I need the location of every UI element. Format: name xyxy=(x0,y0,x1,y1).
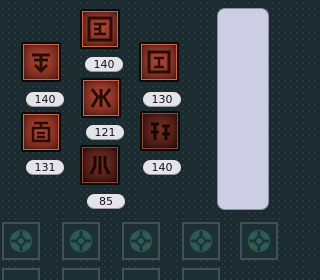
inventory-slot-7[interactable] xyxy=(62,268,100,280)
inventory-slot-3[interactable] xyxy=(122,222,160,260)
talent-icon-center-upper[interactable] xyxy=(81,78,121,118)
talent-value-left-lower: 131 xyxy=(26,160,64,175)
seal-glyph-icon xyxy=(31,121,51,143)
talent-icon-top[interactable] xyxy=(80,9,120,49)
talent-icon-right-upper[interactable] xyxy=(139,42,179,82)
seal-glyph-icon xyxy=(151,122,170,140)
jade-disc-icon xyxy=(128,228,154,254)
talent-icon-left-lower[interactable] xyxy=(21,112,61,152)
talent-value-bottom: 85 xyxy=(87,194,125,209)
jade-disc-icon xyxy=(68,228,94,254)
talent-icon-bottom[interactable] xyxy=(80,145,120,185)
jade-disc-icon xyxy=(246,228,272,254)
jade-disc-icon xyxy=(188,228,214,254)
inventory-slot-6[interactable] xyxy=(2,268,40,280)
seal-glyph-icon xyxy=(90,88,112,108)
inventory-slot-5[interactable] xyxy=(240,222,278,260)
seal-glyph-icon xyxy=(87,16,113,42)
talent-icon-left-upper[interactable] xyxy=(21,42,61,82)
inventory-slot-4[interactable] xyxy=(182,222,220,260)
jade-disc-icon xyxy=(8,228,34,254)
talent-value-center-upper: 121 xyxy=(86,125,124,140)
inventory-slot-9[interactable] xyxy=(182,268,220,280)
talent-icon-right-lower[interactable] xyxy=(140,111,180,151)
seal-glyph-icon xyxy=(89,156,111,175)
talent-value-top: 140 xyxy=(85,57,123,72)
talent-value-right-lower: 140 xyxy=(143,160,181,175)
talent-value-right-upper: 130 xyxy=(143,92,181,107)
talent-value-left-upper: 140 xyxy=(26,92,64,107)
inventory-slot-2[interactable] xyxy=(62,222,100,260)
seal-glyph-icon xyxy=(147,50,171,74)
inventory-slot-1[interactable] xyxy=(2,222,40,260)
seal-glyph-icon xyxy=(32,53,50,74)
info-panel xyxy=(217,8,269,210)
inventory-slot-8[interactable] xyxy=(122,268,160,280)
